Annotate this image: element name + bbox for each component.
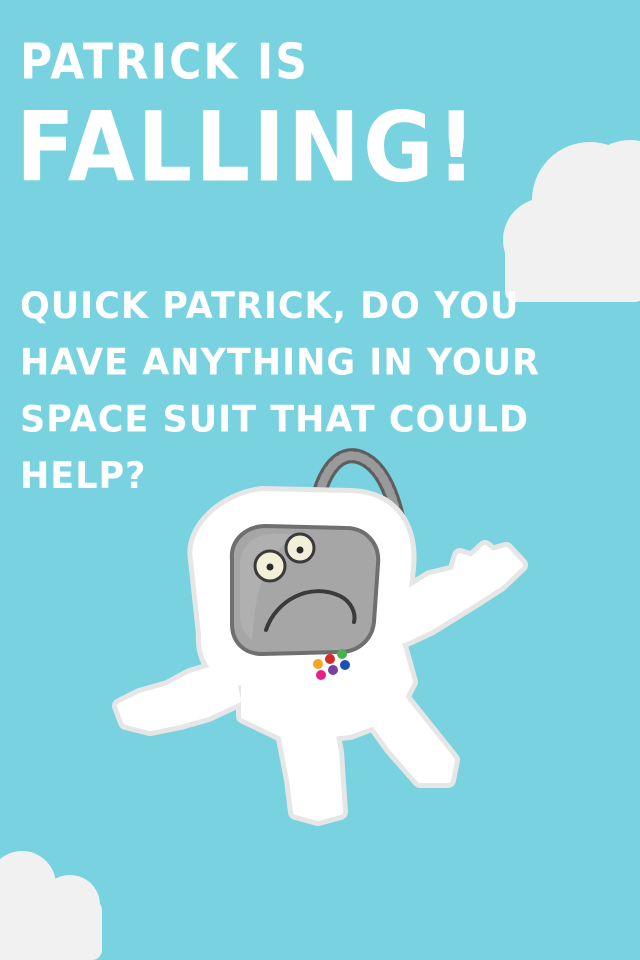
title-line-1: PATRICK IS <box>20 33 309 91</box>
prompt-line: HAVE ANYTHING IN YOUR <box>20 342 541 385</box>
prompt-line: SPACE SUIT THAT COULD <box>20 398 530 441</box>
prompt-line: QUICK PATRICK, DO YOU <box>20 285 520 328</box>
game-scene: PATRICK IS FALLING! QUICK PATRICK, DO YO… <box>0 0 640 960</box>
story-prompt: QUICK PATRICK, DO YOU HAVE ANYTHING IN Y… <box>20 278 540 505</box>
title-line-2: FALLING! <box>16 92 479 204</box>
prompt-line: HELP? <box>20 455 147 498</box>
